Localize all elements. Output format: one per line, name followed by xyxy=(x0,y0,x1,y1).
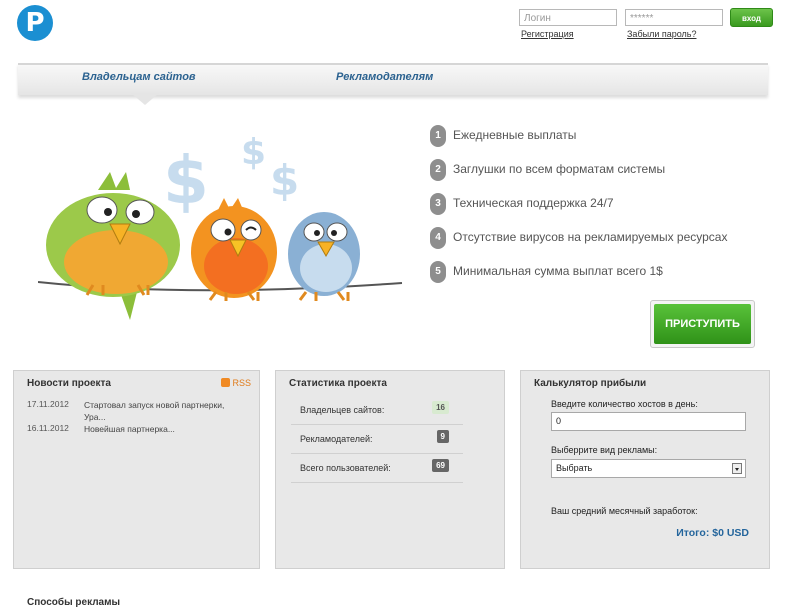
hosts-label: Введите количество хостов в день: xyxy=(551,399,698,409)
feature-text: Заглушки по всем форматам системы xyxy=(453,162,666,176)
feature-text: Ежедневные выплаты xyxy=(453,128,577,142)
section-heading-partial: Способы рекламы xyxy=(27,597,121,608)
ad-type-value: Выбрать xyxy=(556,463,593,473)
feature-number: 4 xyxy=(430,227,446,249)
logo-letter: P xyxy=(25,8,45,38)
feature-text: Отсутствие вирусов на рекламируемых ресу… xyxy=(453,230,728,244)
earnings-label: Ваш средний месячный заработок: xyxy=(551,506,698,516)
news-date: 16.11.2012 xyxy=(27,423,69,433)
site-logo[interactable]: P xyxy=(17,5,53,41)
stat-badge: 69 xyxy=(432,459,449,472)
green-bird xyxy=(46,172,180,320)
rss-label: RSS xyxy=(232,378,251,388)
rss-icon xyxy=(221,378,231,387)
stats-panel: Статистика проекта Владельцев сайтов: 16… xyxy=(275,370,505,569)
ad-type-select[interactable]: Выбрать xyxy=(551,459,746,478)
register-link[interactable]: Регистрация xyxy=(521,29,574,39)
tab-site-owners[interactable]: Владельцам сайтов xyxy=(82,71,196,83)
stat-label: Рекламодателей: xyxy=(300,434,373,444)
active-tab-pointer xyxy=(131,93,159,105)
stat-label: Всего пользователей: xyxy=(300,463,391,473)
forgot-password-link[interactable]: Забыли пароль? xyxy=(627,29,696,39)
stat-row: Рекламодателей: 9 xyxy=(291,425,463,454)
login-input[interactable]: Логин xyxy=(519,9,617,26)
stat-label: Владельцев сайтов: xyxy=(300,405,385,415)
tab-advertisers[interactable]: Рекламодателям xyxy=(336,71,433,83)
login-button[interactable]: вход xyxy=(730,8,773,27)
dollar-sign-medium: $ xyxy=(270,156,299,205)
feature-text: Техническая поддержка 24/7 xyxy=(453,196,614,210)
dollar-sign-large: $ xyxy=(163,142,209,219)
stat-badge: 9 xyxy=(436,430,449,443)
news-text[interactable]: Стартовал запуск новой партнерки, Ура... xyxy=(84,399,244,423)
feature-number: 3 xyxy=(430,193,446,215)
start-button[interactable]: ПРИСТУПИТЬ xyxy=(654,304,751,344)
news-date: 17.11.2012 xyxy=(27,399,69,409)
calc-title: Калькулятор прибыли xyxy=(534,378,647,389)
feature-text: Минимальная сумма выплат всего 1$ xyxy=(453,264,663,278)
chevron-down-icon[interactable] xyxy=(732,463,742,474)
rss-link[interactable]: RSS xyxy=(221,378,251,388)
stats-title: Статистика проекта xyxy=(289,378,387,389)
hosts-input[interactable]: 0 xyxy=(551,412,746,431)
feature-number: 5 xyxy=(430,261,446,283)
stat-row: Всего пользователей: 69 xyxy=(291,454,463,483)
news-text[interactable]: Новейшая партнерка... xyxy=(84,423,244,435)
stat-badge: 16 xyxy=(432,401,449,414)
nav-bar: Владельцам сайтов Рекламодателям xyxy=(18,63,768,95)
calc-panel: Калькулятор прибыли Введите количество х… xyxy=(520,370,770,569)
earnings-total: Итого: $0 USD xyxy=(676,527,749,539)
news-panel: Новости проекта RSS 17.11.2012 Стартовал… xyxy=(13,370,260,569)
feature-number: 2 xyxy=(430,159,446,181)
start-button-frame: ПРИСТУПИТЬ xyxy=(650,300,755,348)
feature-number: 1 xyxy=(430,125,446,147)
news-title: Новости проекта xyxy=(27,378,111,389)
ad-type-label: Выберрите вид рекламы: xyxy=(551,445,658,455)
stat-row: Владельцев сайтов: 16 xyxy=(291,396,463,425)
password-input[interactable]: ****** xyxy=(625,9,723,26)
dollar-sign-small: $ xyxy=(241,132,266,173)
birds-illustration: $ $ $ xyxy=(38,132,403,320)
